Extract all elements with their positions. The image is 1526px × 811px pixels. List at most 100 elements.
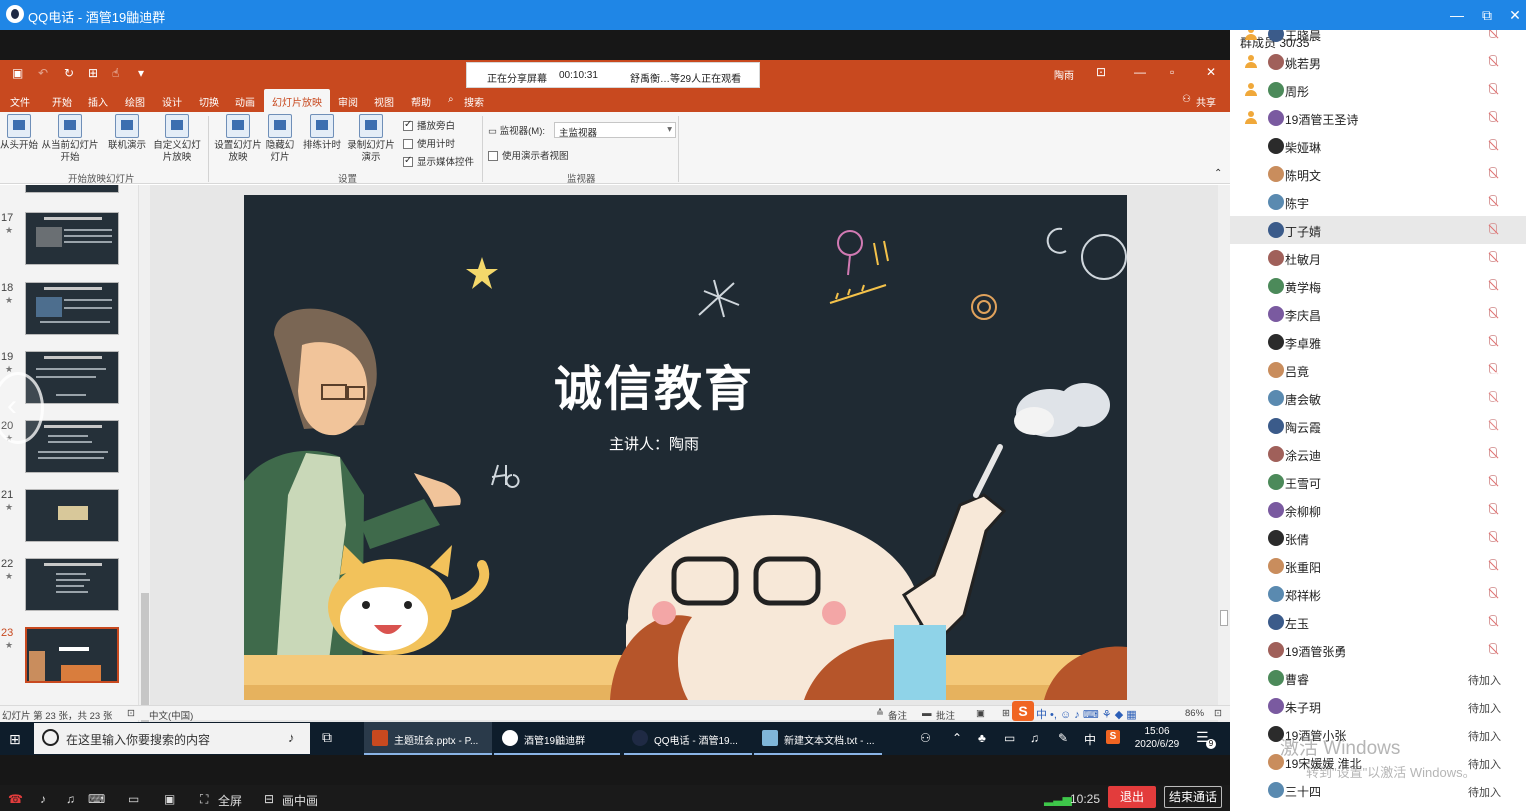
record-slideshow-button[interactable]: 录制幻灯片演示 [344, 114, 398, 164]
tab-slideshow[interactable]: 幻灯片放映 [264, 89, 330, 112]
avatar[interactable] [1268, 194, 1284, 210]
member-row[interactable]: 柴娅琳 [1230, 132, 1526, 160]
mic-muted-icon[interactable] [1486, 138, 1498, 154]
mic-muted-icon[interactable] [1486, 530, 1498, 546]
task-view-icon[interactable]: ⧉ [322, 729, 332, 746]
end-call-button[interactable]: 结束通话 [1164, 786, 1222, 808]
avatar[interactable] [1268, 754, 1284, 770]
avatar[interactable] [1268, 726, 1284, 742]
slide-thumbnail[interactable] [25, 489, 119, 542]
mic-muted-icon[interactable] [1486, 558, 1498, 574]
hide-slide-button[interactable]: 隐藏幻灯片 [264, 114, 296, 164]
member-row[interactable]: 陈宇 [1230, 188, 1526, 216]
member-row[interactable]: 曹睿 待加入 [1230, 664, 1526, 692]
ppt-restore-button[interactable]: ▫ [1170, 65, 1174, 79]
mic-muted-icon[interactable] [1486, 446, 1498, 462]
mic-muted-icon[interactable] [1486, 110, 1498, 126]
mic-muted-icon[interactable] [1486, 586, 1498, 602]
ime-indicator[interactable]: 中 [1084, 731, 1096, 748]
people-icon[interactable]: ⚇ [920, 731, 931, 745]
monitor-select[interactable]: 主监视器 [554, 122, 676, 139]
ppt-minimize-button[interactable]: — [1134, 65, 1146, 79]
thumbnail-scrollbar[interactable] [138, 185, 150, 741]
slide-thumbnail[interactable] [25, 558, 119, 611]
from-current-slide-button[interactable]: 从当前幻灯片开始 [40, 114, 100, 164]
tab-file[interactable]: 文件 [10, 94, 30, 109]
save-icon[interactable]: ▣ [12, 66, 23, 80]
screen-share-icon[interactable]: ▣ [164, 792, 175, 806]
zoom-level[interactable]: 86% [1185, 708, 1204, 719]
comments-icon[interactable]: ▬ [922, 708, 932, 719]
taskbar-item-qq-group[interactable]: 酒管19鼬迪群 [494, 722, 620, 755]
avatar[interactable] [1268, 474, 1284, 490]
slide-thumbnail[interactable] [25, 282, 119, 335]
tab-design[interactable]: 设计 [162, 94, 182, 109]
microphone-icon[interactable]: ♪ [288, 730, 295, 745]
member-row[interactable]: 19酒管张勇 [1230, 636, 1526, 664]
touch-mode-icon[interactable]: ☝ [112, 66, 119, 80]
battery-icon[interactable]: ▭ [1004, 731, 1015, 745]
member-row[interactable]: 郑祥彬 [1230, 580, 1526, 608]
volume-icon[interactable]: ♫ [1030, 731, 1039, 745]
avatar[interactable] [1268, 334, 1284, 350]
mic-muted-icon[interactable] [1486, 502, 1498, 518]
windows-search-box[interactable]: 在这里输入你要搜索的内容 ♪ [34, 723, 310, 754]
sorter-view-icon[interactable]: ⊞ [1002, 708, 1010, 719]
current-slide[interactable]: 诚信教育 主讲人：陶雨 [244, 195, 1127, 700]
customize-qat-icon[interactable]: ▾ [138, 66, 144, 80]
mic-muted-icon[interactable] [1486, 30, 1498, 42]
avatar[interactable] [1268, 530, 1284, 546]
mic-muted-icon[interactable] [1486, 250, 1498, 266]
taskbar-item-powerpoint[interactable]: 主题班会.pptx - P... [364, 722, 492, 755]
keyboard-icon[interactable]: ⌨ [88, 792, 105, 806]
undo-icon[interactable]: ↶ [38, 66, 48, 80]
member-row[interactable]: 王晓晨 [1230, 30, 1526, 48]
slide-title[interactable]: 诚信教育 [244, 349, 1064, 419]
taskbar-item-qq-call[interactable]: QQ电话 - 酒管19... [624, 722, 752, 755]
pip-icon[interactable]: ⊟ [264, 792, 274, 806]
avatar[interactable] [1268, 390, 1284, 406]
avatar[interactable] [1268, 558, 1284, 574]
ribbon-display-icon[interactable]: ⊡ [1096, 65, 1106, 79]
avatar[interactable] [1268, 110, 1284, 126]
mic-muted-icon[interactable] [1486, 194, 1498, 210]
slide-thumbnail-selected[interactable] [25, 627, 119, 683]
mic-muted-icon[interactable] [1486, 166, 1498, 182]
use-timings-checkbox[interactable]: 使用计时 [403, 136, 455, 150]
rehearse-timings-button[interactable]: 排练计时 [300, 114, 344, 152]
member-row[interactable]: 张重阳 [1230, 552, 1526, 580]
tab-search[interactable]: 搜索 [464, 94, 484, 109]
avatar[interactable] [1268, 502, 1284, 518]
tab-help[interactable]: 帮助 [411, 94, 431, 109]
member-row[interactable]: 19酒管小张 待加入 [1230, 720, 1526, 748]
minimize-button[interactable]: — [1446, 4, 1468, 26]
pen-icon[interactable]: ✎ [1058, 731, 1068, 745]
from-start-quick-icon[interactable]: ⊞ [88, 66, 98, 80]
mic-icon[interactable]: ♪ [40, 792, 46, 806]
avatar[interactable] [1268, 698, 1284, 714]
sogou-tray-icon[interactable]: S [1106, 730, 1120, 744]
mic-muted-icon[interactable] [1486, 614, 1498, 630]
present-online-button[interactable]: 联机演示 [106, 114, 148, 152]
windows-start-icon[interactable]: ⊞ [9, 731, 21, 748]
avatar[interactable] [1268, 138, 1284, 154]
member-row[interactable]: 杜敏月 [1230, 244, 1526, 272]
avatar[interactable] [1268, 642, 1284, 658]
mic-muted-icon[interactable] [1486, 474, 1498, 490]
search-icon[interactable]: ⌕ [448, 94, 454, 105]
avatar[interactable] [1268, 250, 1284, 266]
language-indicator[interactable]: 中文(中国) [149, 708, 193, 722]
fit-to-window-icon[interactable]: ⊡ [1214, 708, 1222, 719]
avatar[interactable] [1268, 614, 1284, 630]
tab-home[interactable]: 开始 [52, 94, 72, 109]
comments-button[interactable]: 批注 [936, 708, 955, 722]
fullscreen-icon[interactable]: ⛶ [200, 792, 208, 807]
ime-toolbar[interactable]: 中 •, ☺ ♪ ⌨ ⚘ ◆ ▦ [1036, 706, 1137, 722]
tab-transitions[interactable]: 切换 [199, 94, 219, 109]
tray-app-icon[interactable]: ♣ [978, 731, 986, 745]
member-row[interactable]: 陈明文 [1230, 160, 1526, 188]
member-row[interactable]: 左玉 [1230, 608, 1526, 636]
collapse-ribbon-icon[interactable]: ⌃ [1214, 168, 1222, 180]
member-row[interactable]: 三十四 待加入 [1230, 776, 1526, 804]
redo-icon[interactable]: ↻ [64, 66, 74, 80]
